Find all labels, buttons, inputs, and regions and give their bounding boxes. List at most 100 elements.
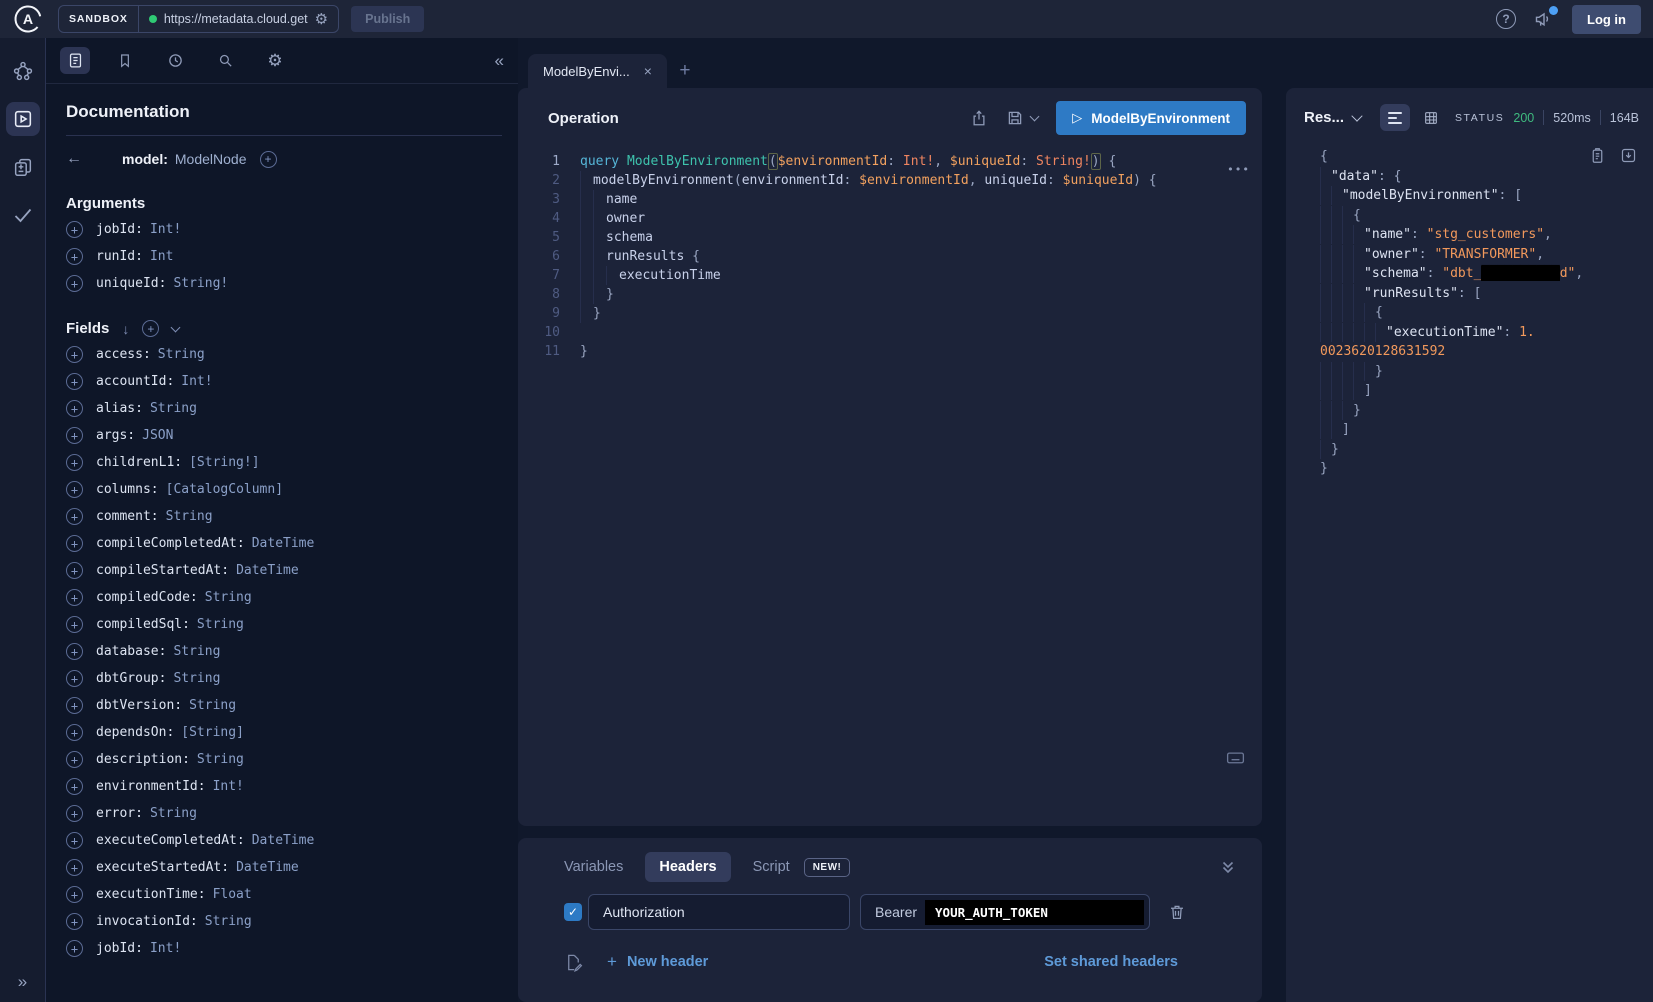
model-type[interactable]: ModelNode — [175, 151, 247, 167]
endpoint-settings-gear-icon[interactable]: ⚙ — [315, 12, 328, 27]
add-to-query-icon[interactable]: + — [66, 778, 83, 795]
field-row[interactable]: +alias:String — [66, 399, 502, 418]
copy-response-clipboard-icon[interactable] — [1589, 147, 1606, 164]
field-row[interactable]: +executeStartedAt:DateTime — [66, 858, 502, 877]
add-all-fields-icon[interactable]: + — [260, 151, 277, 168]
add-to-query-icon[interactable]: + — [66, 670, 83, 687]
bookmark-icon[interactable] — [110, 47, 140, 74]
field-row[interactable]: +compiledSql:String — [66, 615, 502, 634]
add-to-query-icon[interactable]: + — [66, 589, 83, 606]
response-dropdown-chevron-icon[interactable] — [1351, 110, 1362, 121]
run-operation-button[interactable]: ▷ ModelByEnvironment — [1056, 101, 1246, 135]
add-to-query-icon[interactable]: + — [66, 400, 83, 417]
editor-more-options-icon[interactable]: ••• — [1227, 160, 1250, 179]
field-row[interactable]: +description:String — [66, 750, 502, 769]
add-to-query-icon[interactable]: + — [66, 373, 83, 390]
add-to-query-icon[interactable]: + — [66, 481, 83, 498]
rail-item-operation-collections[interactable] — [6, 150, 40, 184]
add-to-query-icon[interactable]: + — [66, 697, 83, 714]
new-header-button[interactable]: + New header — [607, 952, 708, 972]
field-row[interactable]: +compileCompletedAt:DateTime — [66, 534, 502, 553]
field-row[interactable]: +dbtVersion:String — [66, 696, 502, 715]
tab-headers[interactable]: Headers — [645, 852, 730, 882]
explorer-settings-gear-icon[interactable]: ⚙ — [260, 47, 290, 74]
header-value-input[interactable]: Bearer YOUR_AUTH_TOKEN — [860, 894, 1150, 930]
chevron-down-icon[interactable] — [171, 322, 181, 332]
field-row[interactable]: +args:JSON — [66, 426, 502, 445]
add-to-query-icon[interactable]: + — [66, 221, 83, 238]
collapse-docs-panel-icon[interactable]: « — [495, 51, 504, 71]
rail-item-explorer[interactable] — [6, 102, 40, 136]
field-row[interactable]: +accountId:Int! — [66, 372, 502, 391]
operation-tab[interactable]: ModelByEnvi... × — [528, 54, 667, 88]
new-tab-button[interactable]: + — [667, 54, 703, 88]
add-to-query-icon[interactable]: + — [66, 248, 83, 265]
save-options-chevron-icon[interactable] — [1030, 112, 1040, 122]
raw-view-icon[interactable] — [1380, 104, 1410, 131]
add-to-query-icon[interactable]: + — [66, 724, 83, 741]
field-row[interactable]: +jobId:Int! — [66, 939, 502, 958]
edit-headers-as-json-icon[interactable] — [564, 953, 583, 972]
add-to-query-icon[interactable]: + — [66, 346, 83, 363]
tab-variables[interactable]: Variables — [564, 859, 623, 875]
history-icon[interactable] — [160, 47, 190, 74]
save-icon[interactable] — [1006, 109, 1024, 127]
add-to-query-icon[interactable]: + — [66, 616, 83, 633]
field-row[interactable]: +environmentId:Int! — [66, 777, 502, 796]
add-to-query-icon[interactable]: + — [66, 832, 83, 849]
back-arrow-icon[interactable]: ← — [66, 150, 82, 168]
rail-item-schema[interactable] — [6, 54, 40, 88]
header-name-input[interactable]: Authorization — [588, 894, 850, 930]
field-row[interactable]: +compiledCode:String — [66, 588, 502, 607]
field-row[interactable]: +dbtGroup:String — [66, 669, 502, 688]
publish-button[interactable]: Publish — [351, 6, 424, 32]
add-fields-icon[interactable]: + — [142, 320, 159, 337]
header-enabled-checkbox[interactable]: ✓ — [564, 903, 582, 921]
set-shared-headers-link[interactable]: Set shared headers — [1044, 954, 1178, 970]
table-view-icon[interactable] — [1416, 104, 1446, 131]
endpoint-url-input[interactable]: https://metadata.cloud.get ⚙ — [139, 6, 338, 32]
collapse-panel-double-chevron-icon[interactable] — [1220, 859, 1236, 875]
keyboard-shortcuts-icon[interactable] — [1225, 747, 1246, 768]
field-row[interactable]: +error:String — [66, 804, 502, 823]
share-icon[interactable] — [970, 109, 988, 127]
auth-token-value[interactable]: YOUR_AUTH_TOKEN — [925, 900, 1144, 925]
field-row[interactable]: +childrenL1:[String!] — [66, 453, 502, 472]
add-to-query-icon[interactable]: + — [66, 643, 83, 660]
expand-rail-icon[interactable]: » — [18, 972, 27, 992]
field-row[interactable]: +dependsOn:[String] — [66, 723, 502, 742]
operation-editor[interactable]: 1query ModelByEnvironment($environmentId… — [518, 148, 1262, 826]
field-row[interactable]: +access:String — [66, 345, 502, 364]
field-row[interactable]: +executionTime:Float — [66, 885, 502, 904]
field-row[interactable]: +executeCompletedAt:DateTime — [66, 831, 502, 850]
help-icon[interactable]: ? — [1496, 9, 1516, 29]
tab-script[interactable]: Script — [753, 859, 790, 875]
argument-row[interactable]: +runId:Int — [66, 247, 502, 266]
field-row[interactable]: +database:String — [66, 642, 502, 661]
argument-row[interactable]: +jobId:Int! — [66, 220, 502, 239]
add-to-query-icon[interactable]: + — [66, 454, 83, 471]
add-to-query-icon[interactable]: + — [66, 508, 83, 525]
documentation-tab-icon[interactable] — [60, 47, 90, 74]
login-button[interactable]: Log in — [1572, 5, 1641, 34]
add-to-query-icon[interactable]: + — [66, 940, 83, 957]
add-to-query-icon[interactable]: + — [66, 427, 83, 444]
announcements-megaphone-icon[interactable] — [1534, 9, 1554, 29]
close-tab-icon[interactable]: × — [644, 63, 652, 79]
add-to-query-icon[interactable]: + — [66, 859, 83, 876]
field-row[interactable]: +compileStartedAt:DateTime — [66, 561, 502, 580]
field-row[interactable]: +invocationId:String — [66, 912, 502, 931]
download-response-icon[interactable] — [1620, 147, 1637, 164]
add-to-query-icon[interactable]: + — [66, 751, 83, 768]
argument-row[interactable]: +uniqueId:String! — [66, 274, 502, 293]
add-to-query-icon[interactable]: + — [66, 886, 83, 903]
field-row[interactable]: +comment:String — [66, 507, 502, 526]
add-to-query-icon[interactable]: + — [66, 805, 83, 822]
add-to-query-icon[interactable]: + — [66, 913, 83, 930]
field-row[interactable]: +columns:[CatalogColumn] — [66, 480, 502, 499]
rail-item-checks[interactable] — [6, 198, 40, 232]
add-to-query-icon[interactable]: + — [66, 275, 83, 292]
response-title[interactable]: Res... — [1304, 109, 1344, 126]
search-icon[interactable] — [210, 47, 240, 74]
delete-header-trash-icon[interactable] — [1168, 903, 1186, 921]
